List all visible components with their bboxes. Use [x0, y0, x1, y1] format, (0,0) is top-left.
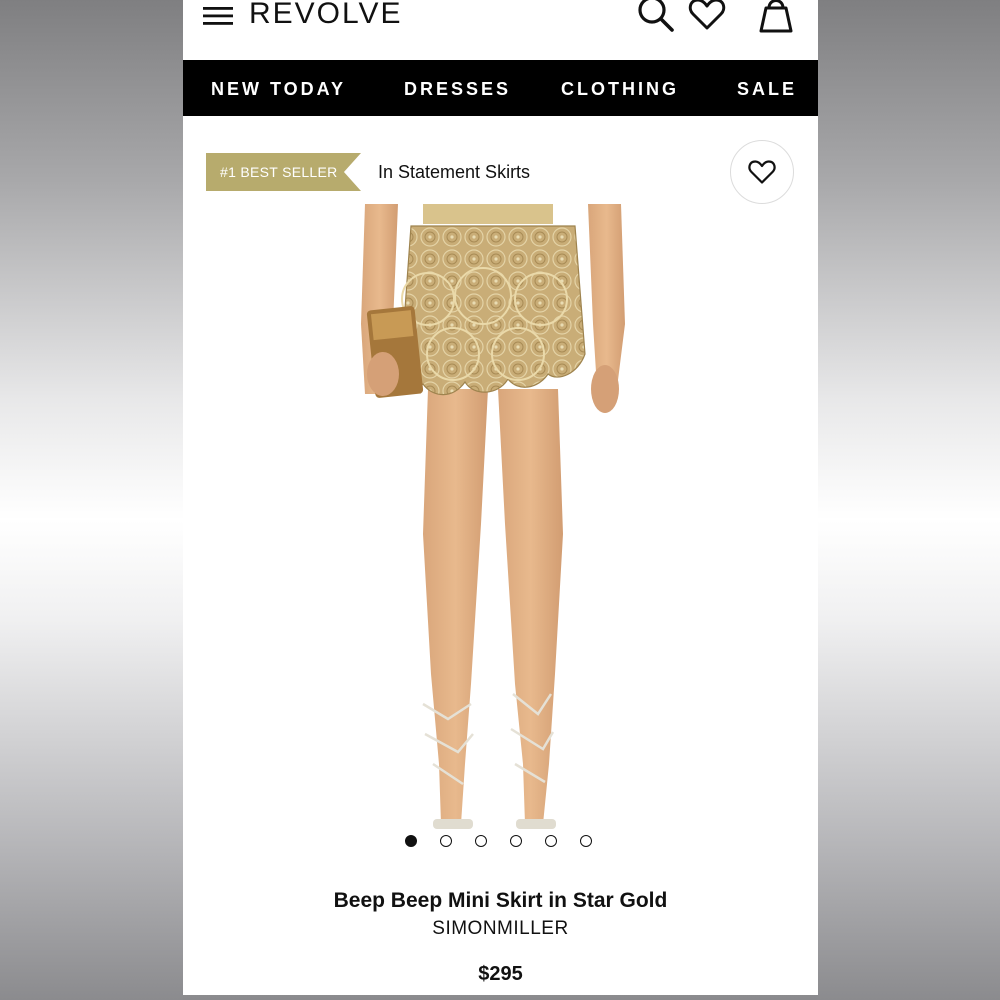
menu-icon[interactable]	[203, 6, 233, 26]
bag-icon[interactable]	[755, 0, 797, 36]
gallery-dot-2[interactable]	[440, 835, 452, 847]
background-left	[0, 0, 183, 1000]
product-brand[interactable]: SIMONMILLER	[183, 916, 818, 942]
background-right	[817, 0, 1000, 1000]
phone-screen: REVOLVE NEW TODAY DRESSES CLOTHING SALE …	[183, 0, 818, 995]
search-icon[interactable]	[636, 0, 676, 34]
gallery-dot-1[interactable]	[405, 835, 417, 847]
gallery-dots	[405, 835, 592, 849]
best-seller-badge: #1 BEST SELLER	[206, 153, 361, 191]
product-price: $295	[478, 963, 523, 985]
category-link[interactable]: In Statement Skirts	[378, 160, 530, 184]
heart-outline-icon	[748, 160, 776, 184]
nav-dresses[interactable]: DRESSES	[404, 60, 511, 116]
favorite-button[interactable]	[730, 140, 794, 204]
category-nav: NEW TODAY DRESSES CLOTHING SALE	[183, 60, 818, 116]
top-header: REVOLVE	[183, 0, 818, 60]
product-image[interactable]	[353, 204, 633, 854]
nav-clothing[interactable]: CLOTHING	[561, 60, 679, 116]
gallery-dot-3[interactable]	[475, 835, 487, 847]
gallery-dot-4[interactable]	[510, 835, 522, 847]
product-title: Beep Beep Mini Skirt in Star Gold	[333, 889, 668, 912]
gallery-dot-6[interactable]	[580, 835, 592, 847]
nav-sale[interactable]: SALE	[737, 60, 797, 116]
gallery-dot-5[interactable]	[545, 835, 557, 847]
nav-new-today[interactable]: NEW TODAY	[211, 60, 346, 116]
heart-icon[interactable]	[687, 0, 727, 34]
brand-logo[interactable]: REVOLVE	[249, 0, 403, 32]
